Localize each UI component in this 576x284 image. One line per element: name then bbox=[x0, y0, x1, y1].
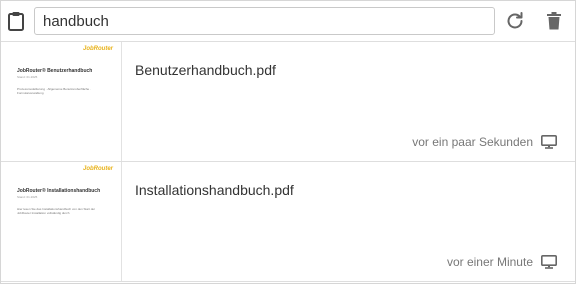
monitor-icon[interactable] bbox=[541, 135, 557, 149]
file-name[interactable]: Installationshandbuch.pdf bbox=[135, 182, 294, 198]
refresh-icon[interactable] bbox=[506, 12, 524, 30]
file-search-panel: JobRouter JobRouter® Benutzerhandbuch St… bbox=[0, 0, 576, 284]
thumbnail-title: JobRouter® Benutzerhandbuch bbox=[17, 68, 93, 74]
file-timestamp: vor ein paar Sekunden bbox=[412, 135, 533, 149]
file-name[interactable]: Benutzerhandbuch.pdf bbox=[135, 62, 276, 78]
thumbnail-description: Hier lesen Sie das Installationshandbuch… bbox=[17, 207, 96, 215]
monitor-icon[interactable] bbox=[541, 255, 557, 269]
thumbnail-brand: JobRouter bbox=[83, 46, 113, 52]
search-input[interactable] bbox=[34, 7, 495, 35]
document-thumbnail[interactable]: JobRouter JobRouter® Installationshandbu… bbox=[1, 162, 122, 281]
clipboard-icon[interactable] bbox=[7, 11, 25, 31]
thumbnail-subtitle: Stand: 01.2025 bbox=[17, 195, 38, 199]
file-row-benutzerhandbuch[interactable]: JobRouter JobRouter® Benutzerhandbuch St… bbox=[1, 42, 575, 162]
trash-icon[interactable] bbox=[546, 12, 562, 30]
file-row-installationshandbuch[interactable]: JobRouter JobRouter® Installationshandbu… bbox=[1, 162, 575, 282]
toolbar bbox=[1, 1, 575, 42]
thumbnail-subtitle: Stand: 01.2025 bbox=[17, 75, 38, 79]
document-thumbnail[interactable]: JobRouter JobRouter® Benutzerhandbuch St… bbox=[1, 42, 122, 161]
thumbnail-brand: JobRouter bbox=[83, 166, 113, 172]
thumbnail-description: Prozessmodellierung · Allgemeine Benutze… bbox=[17, 87, 92, 95]
thumbnail-title: JobRouter® Installationshandbuch bbox=[17, 188, 101, 194]
file-timestamp: vor einer Minute bbox=[446, 255, 533, 269]
